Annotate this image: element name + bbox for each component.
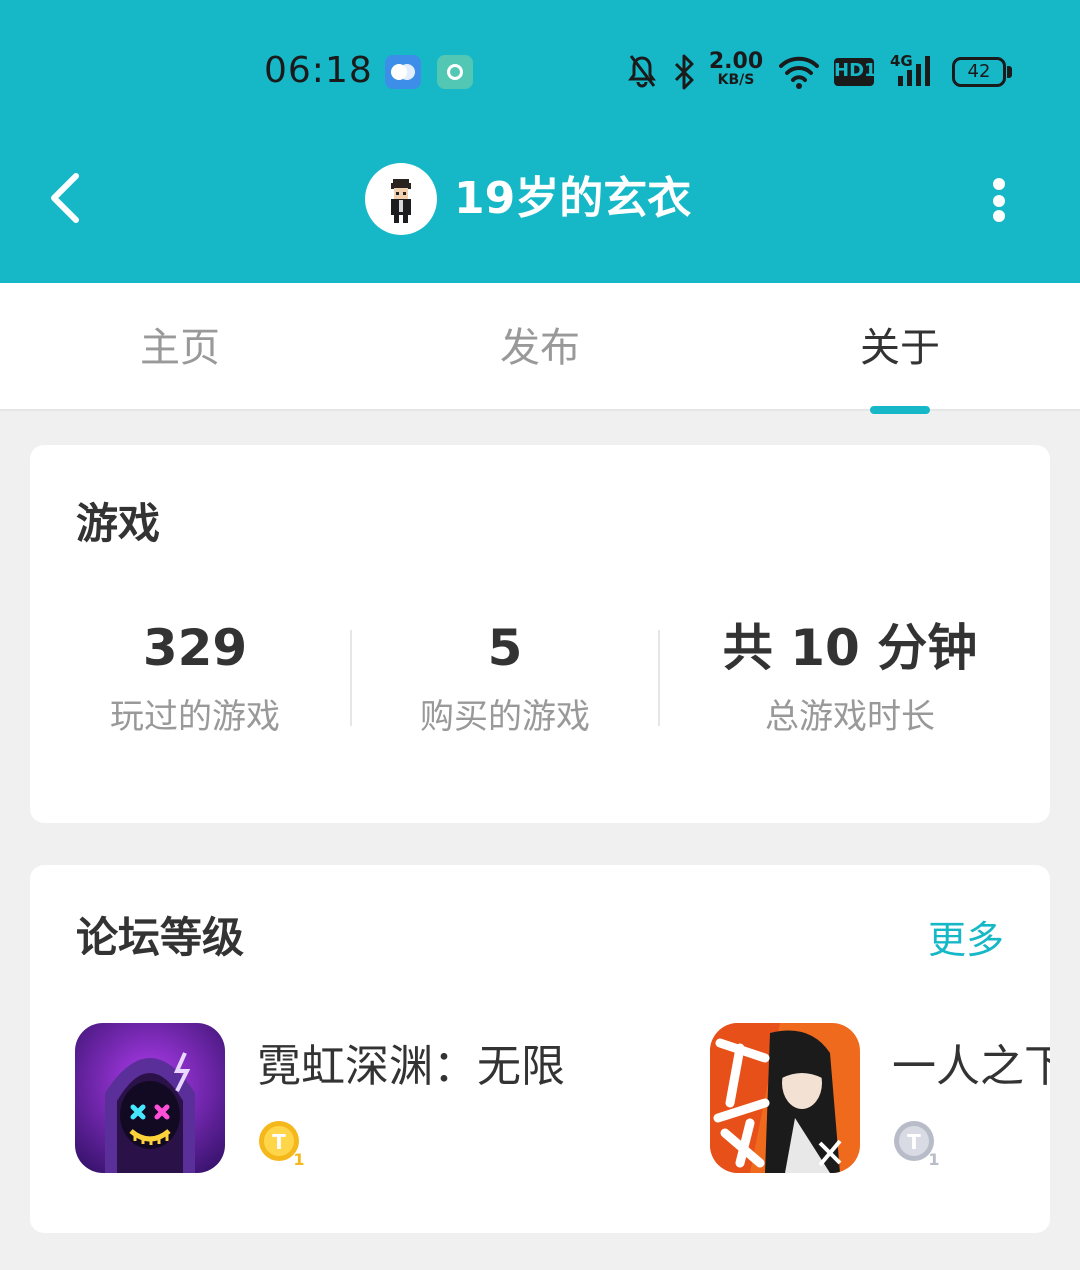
bell-off-icon: [628, 55, 656, 88]
music-app-notification-icon: [437, 55, 473, 89]
forum-level-item[interactable]: 霓虹深渊：无限 T 1: [75, 1023, 675, 1175]
tab-posts[interactable]: 发布: [420, 323, 660, 373]
stat-label: 玩过的游戏: [110, 697, 280, 737]
stat-value: 5: [487, 619, 523, 677]
svg-text:4G: 4G: [890, 52, 913, 70]
active-tab-indicator: [870, 406, 930, 414]
cellular-signal-icon: 4G: [890, 52, 930, 86]
games-card-title: 游戏: [76, 499, 161, 548]
network-speed: 2.00 KB/S: [708, 49, 764, 89]
stat-total-playtime: 共 10 分钟 总游戏时长: [690, 613, 1010, 741]
stat-divider: [658, 630, 660, 726]
stat-divider: [350, 630, 352, 726]
game-name: 一人之下: [892, 1041, 1050, 1092]
stat-label: 购买的游戏: [420, 697, 590, 737]
app-header: 06:18 2.00 KB/S HD1 4G 42 19岁的玄衣: [0, 0, 1080, 283]
game-name: 霓虹深渊：无限: [257, 1041, 565, 1092]
hd-volte-icon: HD1: [834, 58, 877, 86]
stat-label: 总游戏时长: [765, 697, 935, 737]
stat-value: 共 10 分钟: [722, 619, 978, 677]
stat-value: 329: [142, 619, 248, 677]
tab-home[interactable]: 主页: [60, 323, 300, 373]
stat-purchased-games[interactable]: 5 购买的游戏: [385, 613, 625, 741]
forum-level-card: 论坛等级 更多 霓虹深渊：无限 T 1 一人之下 T 1: [30, 865, 1050, 1233]
bluetooth-icon: [674, 54, 694, 90]
tab-bar: 主页 发布 关于: [0, 283, 1080, 414]
avatar[interactable]: [365, 163, 437, 235]
game-icon-hitori-no-shita: [710, 1023, 860, 1173]
level-badge-icon: T 1: [892, 1119, 940, 1169]
forum-level-item[interactable]: 一人之下 T 1: [710, 1023, 1050, 1175]
level-badge-icon: T 1: [257, 1119, 305, 1169]
more-link[interactable]: 更多: [928, 915, 1004, 965]
stat-played-games[interactable]: 329 玩过的游戏: [75, 613, 315, 741]
svg-text:T: T: [272, 1130, 286, 1154]
more-menu-button[interactable]: [980, 172, 1020, 228]
wifi-icon: [779, 56, 819, 89]
cloud-app-notification-icon: [385, 55, 421, 89]
games-card: 游戏 329 玩过的游戏 5 购买的游戏 共 10 分钟 总游戏时长: [30, 445, 1050, 823]
back-button[interactable]: [40, 168, 100, 228]
tab-about[interactable]: 关于: [780, 323, 1020, 373]
svg-text:1: 1: [293, 1150, 304, 1167]
battery-icon: 42: [952, 57, 1012, 87]
status-time: 06:18: [264, 50, 373, 91]
forum-card-title: 论坛等级: [76, 913, 245, 962]
svg-text:T: T: [907, 1130, 921, 1154]
pixel-person-icon: [391, 179, 411, 223]
game-icon-neon-abyss: [75, 1023, 225, 1173]
svg-text:1: 1: [928, 1150, 939, 1167]
page-title: 19岁的玄衣: [454, 173, 692, 224]
